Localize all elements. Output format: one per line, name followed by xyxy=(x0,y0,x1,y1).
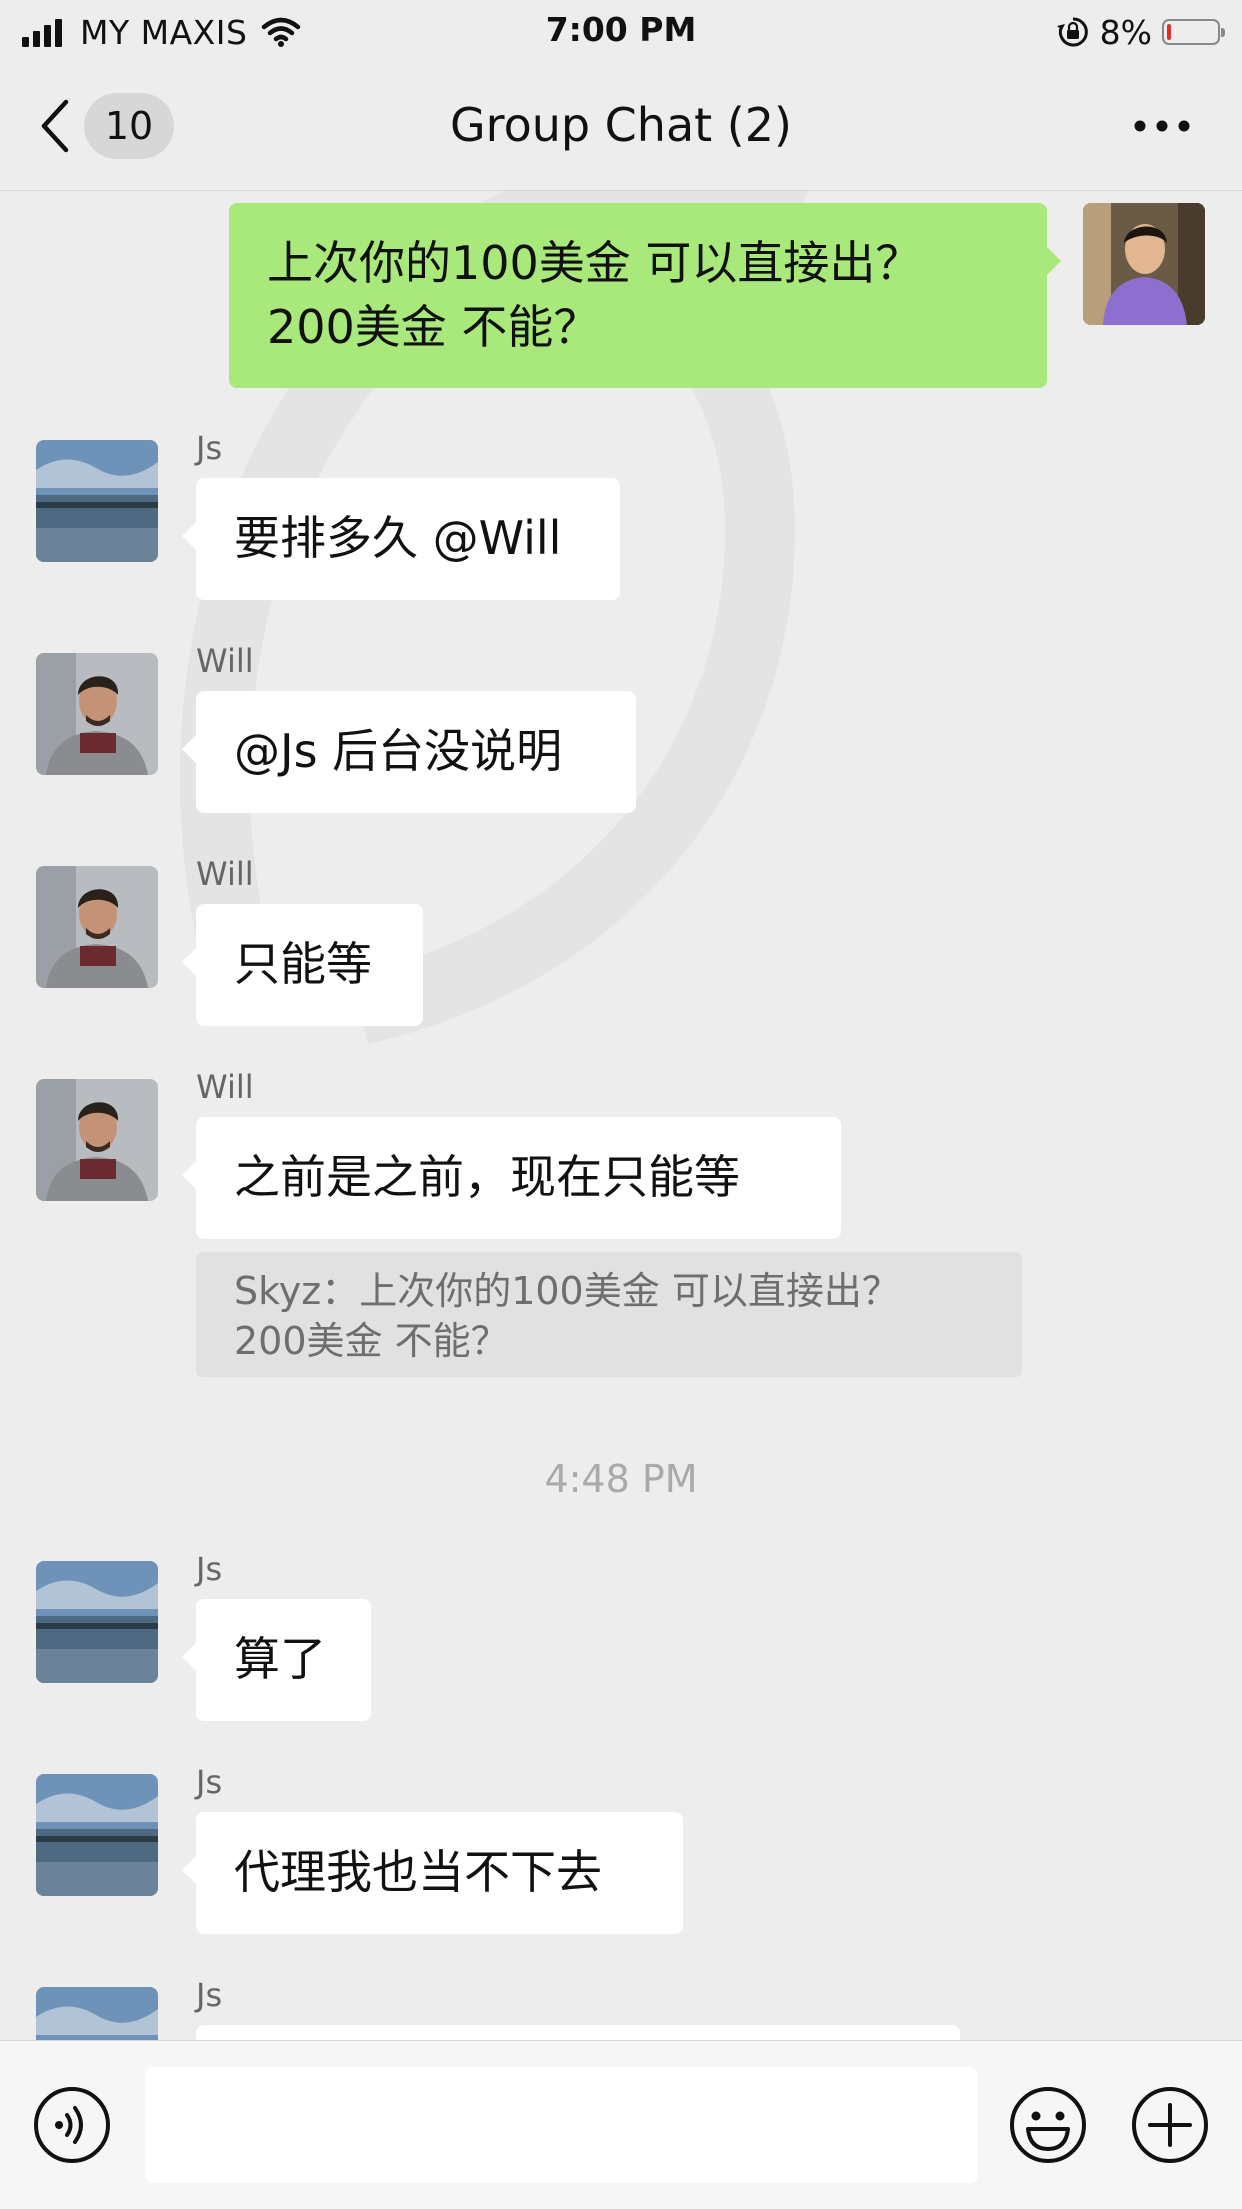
input-bar xyxy=(0,2040,1242,2209)
sender-name: Will xyxy=(196,855,254,893)
emoji-icon[interactable] xyxy=(1008,2085,1088,2165)
avatar-js[interactable] xyxy=(36,440,158,562)
avatar-js[interactable] xyxy=(36,1987,158,2040)
quoted-message[interactable]: Skyz：上次你的100美金 可以直接出？ 200美金 不能？ xyxy=(196,1252,1022,1377)
battery-level xyxy=(1167,24,1171,40)
incoming-message-bubble[interactable]: 只能等 xyxy=(182,904,423,1026)
battery-icon xyxy=(1162,19,1225,45)
battery-percent: 8% xyxy=(1099,12,1152,52)
avatar-will[interactable] xyxy=(36,866,158,988)
navigation-bar: 10 Group Chat (2) xyxy=(0,62,1242,191)
sender-name: Js xyxy=(196,1976,223,2014)
incoming-message-bubble[interactable]: 代理我也当不下去 xyxy=(182,1812,683,1934)
sender-name: Js xyxy=(196,1550,223,1588)
plus-icon[interactable] xyxy=(1130,2085,1210,2165)
rotation-lock-icon xyxy=(1056,17,1088,47)
more-options-button[interactable] xyxy=(1122,96,1202,156)
message-list[interactable]: 上次你的100美金 可以直接出？ 200美金 不能？ Js 要排多久 @Will… xyxy=(0,191,1242,2040)
outgoing-message-bubble[interactable]: 上次你的100美金 可以直接出？ 200美金 不能？ xyxy=(229,203,1061,388)
incoming-message-bubble[interactable]: 之前是之前，现在只能等 xyxy=(182,1117,841,1239)
chat-title: Group Chat (2) xyxy=(450,98,792,152)
status-bar: MY MAXIS 7:00 PM 8% xyxy=(0,0,1242,62)
message-input[interactable] xyxy=(145,2067,978,2183)
avatar-will[interactable] xyxy=(36,653,158,775)
avatar-js[interactable] xyxy=(36,1774,158,1896)
incoming-message-bubble[interactable] xyxy=(196,2025,960,2040)
my-avatar[interactable] xyxy=(1083,203,1205,325)
sender-name: Will xyxy=(196,1068,254,1106)
sender-name: Will xyxy=(196,642,254,680)
incoming-message-bubble[interactable]: @Js 后台没说明 xyxy=(182,691,636,813)
sender-name: Js xyxy=(196,429,223,467)
message-timestamp: 4:48 PM xyxy=(544,1457,698,1501)
more-dots-icon xyxy=(1134,120,1190,132)
voice-icon[interactable] xyxy=(32,2085,112,2165)
incoming-message-bubble[interactable]: 要排多久 @Will xyxy=(182,478,620,600)
avatar-will[interactable] xyxy=(36,1079,158,1201)
incoming-message-bubble[interactable]: 算了 xyxy=(182,1599,371,1721)
sender-name: Js xyxy=(196,1763,223,1801)
avatar-js[interactable] xyxy=(36,1561,158,1683)
